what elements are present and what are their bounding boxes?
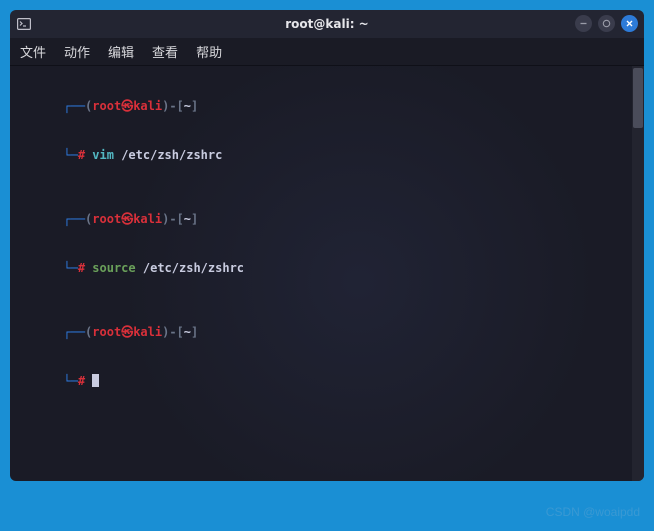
prompt-cwd: ~ — [184, 99, 191, 113]
titlebar: root@kali: ~ — [10, 10, 644, 38]
terminal-body[interactable]: ┌──(root㉿kali)-[~] └─# vim /etc/zsh/zshr… — [10, 66, 644, 481]
close-button[interactable] — [621, 15, 638, 32]
prompt-close-user: )-[ — [162, 99, 184, 113]
menu-help[interactable]: 帮助 — [196, 42, 222, 61]
cmd-arg: /etc/zsh/zshrc — [121, 148, 222, 162]
prompt-char: # — [78, 148, 85, 162]
history-entry: ┌──(root㉿kali)-[~] └─# source /etc/zsh/z… — [20, 195, 634, 292]
scrollbar[interactable] — [632, 66, 644, 481]
menu-edit[interactable]: 编辑 — [108, 42, 134, 61]
cmd-name: source — [92, 261, 135, 275]
cmd-arg: /etc/zsh/zshrc — [143, 261, 244, 275]
history-entry: ┌──(root㉿kali)-[~] └─# vim /etc/zsh/zshr… — [20, 82, 634, 179]
prompt-host: kali — [133, 99, 162, 113]
minimize-button[interactable] — [575, 15, 592, 32]
prompt-close-bracket: ] — [191, 99, 198, 113]
scrollbar-thumb[interactable] — [633, 68, 643, 128]
window-title: root@kali: ~ — [10, 17, 644, 31]
terminal-app-icon — [10, 18, 38, 30]
window-controls — [575, 15, 638, 32]
current-prompt: ┌──(root㉿kali)-[~] └─# — [20, 308, 634, 405]
menu-view[interactable]: 查看 — [152, 42, 178, 61]
menu-file[interactable]: 文件 — [20, 42, 46, 61]
cursor — [92, 374, 99, 387]
watermark: CSDN @woaipdd — [546, 505, 640, 519]
maximize-button[interactable] — [598, 15, 615, 32]
cmd-name: vim — [92, 148, 114, 162]
menubar: 文件 动作 编辑 查看 帮助 — [10, 38, 644, 66]
menu-action[interactable]: 动作 — [64, 42, 90, 61]
prompt-symbol: ㉿ — [121, 99, 133, 113]
prompt-user: root — [92, 99, 121, 113]
